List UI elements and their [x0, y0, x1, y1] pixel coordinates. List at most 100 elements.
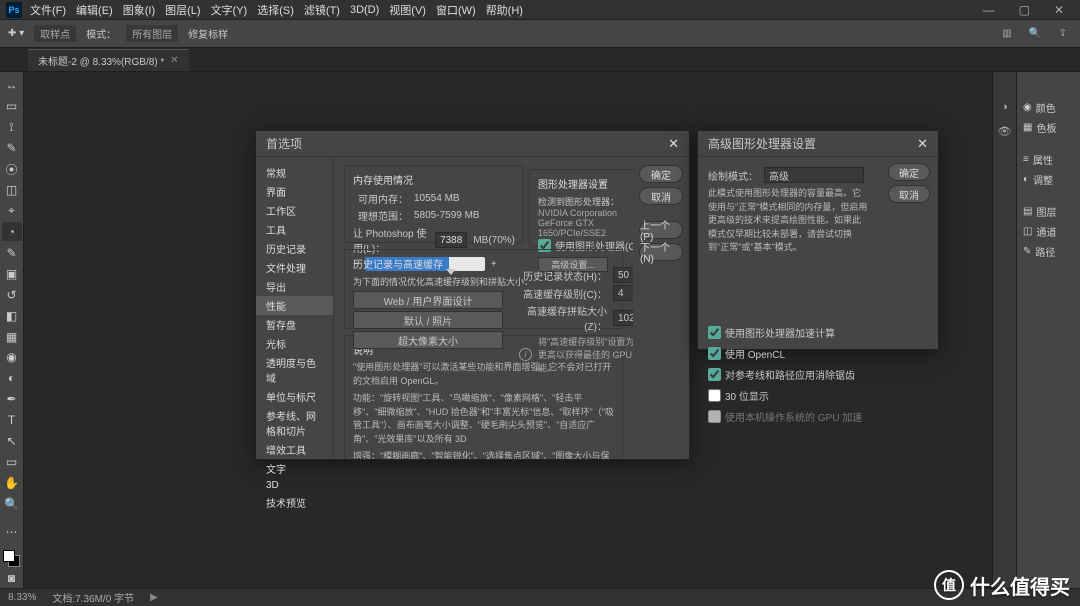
side-workspace[interactable]: 工作区	[256, 201, 333, 220]
tool-preset[interactable]: ✚ ▾	[8, 28, 24, 39]
panel-adjustments[interactable]: ◐调整	[1017, 170, 1080, 188]
gradient-tool[interactable]: ▦	[2, 327, 22, 346]
tile-size-input[interactable]: 1024K	[613, 310, 633, 326]
lasso-tool[interactable]: ⟟	[2, 118, 22, 137]
eyedropper-tool[interactable]: ⌖	[2, 202, 22, 221]
side-cursors[interactable]: 光标	[256, 334, 333, 353]
dialog-titlebar[interactable]: 首选项 ✕	[256, 131, 689, 157]
panel-swatches[interactable]: ▦色板	[1017, 118, 1080, 136]
menu-3d[interactable]: 3D(D)	[350, 4, 379, 16]
side-plugins[interactable]: 增效工具	[256, 440, 333, 459]
brush-tool[interactable]: ✎	[2, 243, 22, 262]
frame-tool[interactable]: ◫	[2, 181, 22, 200]
panel-channels[interactable]: ◫通道	[1017, 222, 1080, 240]
panel-color[interactable]: ◉颜色	[1017, 98, 1080, 116]
maximize-icon[interactable]: ▢	[1019, 3, 1030, 17]
minimize-icon[interactable]: —	[983, 3, 995, 17]
eraser-tool[interactable]: ◧	[2, 306, 22, 325]
move-tool[interactable]: ↔	[2, 76, 22, 95]
cache-levels-input[interactable]: 4	[613, 285, 633, 301]
adv-dialog-close-icon[interactable]: ✕	[917, 136, 928, 152]
cancel-button[interactable]: 取消	[639, 187, 683, 205]
adv-check-30bit[interactable]: 30 位显示	[708, 388, 928, 403]
adv-ok-button[interactable]: 确定	[888, 163, 930, 181]
doc-tab-close-icon[interactable]: ✕	[170, 55, 178, 66]
menu-edit[interactable]: 编辑(E)	[76, 2, 113, 18]
status-arrow-icon[interactable]: ▶	[150, 592, 158, 603]
stamp-tool[interactable]: ▣	[2, 264, 22, 283]
marquee-tool[interactable]: ▭	[2, 97, 22, 116]
menu-window[interactable]: 窗口(W)	[436, 2, 476, 18]
path-tool[interactable]: ↖	[2, 432, 22, 451]
panel-layers[interactable]: ▤图层	[1017, 202, 1080, 220]
side-transparency[interactable]: 透明度与色域	[256, 353, 333, 387]
advanced-gpu-dialog: 高级图形处理器设置 ✕ 绘制模式： 高级 此模式使用图形处理器的容量最高。它使用…	[697, 130, 939, 350]
panel-paths[interactable]: ✎路径	[1017, 242, 1080, 260]
opacity-label[interactable]: 修复标样	[188, 26, 228, 41]
next-button[interactable]: 下一个(N)	[639, 243, 683, 261]
hist-btn-huge[interactable]: 超大像素大小	[353, 331, 503, 349]
color-panel-icon[interactable]: ◑	[996, 98, 1014, 116]
side-units[interactable]: 单位与标尺	[256, 387, 333, 406]
quickmask-tool[interactable]: ◙	[2, 569, 22, 588]
menu-help[interactable]: 帮助(H)	[486, 2, 523, 18]
shape-tool[interactable]: ▭	[2, 453, 22, 472]
side-filehandling[interactable]: 文件处理	[256, 258, 333, 277]
opt-sample-point[interactable]: 取样点	[34, 25, 76, 42]
side-history[interactable]: 历史记录	[256, 239, 333, 258]
adv-check-gpucompute[interactable]: 使用图形处理器加速计算	[708, 325, 928, 340]
side-tools[interactable]: 工具	[256, 220, 333, 239]
more-tools[interactable]: ⋯	[2, 523, 22, 542]
adv-check-antialias[interactable]: 对参考线和路径应用消除锯齿	[708, 367, 928, 382]
healing-tool[interactable]: ◔	[2, 222, 22, 241]
hist-states-input[interactable]: 50	[613, 267, 633, 283]
mode-select[interactable]: 所有图层	[126, 25, 178, 42]
panel-properties[interactable]: ≡属性	[1017, 150, 1080, 168]
dodge-tool[interactable]: ◐	[2, 369, 22, 388]
workspace-switch-icon[interactable]: ▥	[998, 25, 1016, 43]
menu-select[interactable]: 选择(S)	[257, 2, 294, 18]
zoom-value[interactable]: 8.33%	[8, 592, 36, 603]
mem-use-input[interactable]: 7388	[435, 232, 467, 248]
menu-type[interactable]: 文字(Y)	[211, 2, 248, 18]
zoom-tool[interactable]: 🔍	[2, 494, 22, 513]
menu-view[interactable]: 视图(V)	[389, 2, 426, 18]
adv-check-opencl[interactable]: 使用 OpenCL	[708, 346, 928, 361]
hist-btn-default[interactable]: 默认 / 照片	[353, 311, 503, 329]
prev-button[interactable]: 上一个(P)	[639, 221, 683, 239]
eye-panel-icon[interactable]: 👁	[996, 122, 1014, 140]
ok-button[interactable]: 确定	[639, 165, 683, 183]
dialog-close-icon[interactable]: ✕	[668, 136, 679, 152]
menu-filter[interactable]: 滤镜(T)	[304, 2, 340, 18]
pen-tool[interactable]: ✒	[2, 390, 22, 409]
crop-tool[interactable]: ⦿	[2, 160, 22, 179]
history-brush-tool[interactable]: ↺	[2, 285, 22, 304]
quickselect-tool[interactable]: ✎	[2, 139, 22, 158]
type-tool[interactable]: T	[2, 411, 22, 430]
share-icon[interactable]: ⇪	[1054, 25, 1072, 43]
color-swatch[interactable]	[3, 550, 21, 567]
side-general[interactable]: 常规	[256, 163, 333, 182]
adv-dialog-titlebar[interactable]: 高级图形处理器设置 ✕	[698, 131, 938, 157]
doc-info[interactable]: 文档:7.36M/0 字节	[52, 590, 134, 605]
hist-inputs: 历史记录状态(H)：50 高速缓存级别(C)：4 高速缓存拼贴大小(Z)：102…	[519, 265, 633, 376]
blur-tool[interactable]: ◉	[2, 348, 22, 367]
side-performance[interactable]: 性能	[256, 296, 333, 315]
menu-file[interactable]: 文件(F)	[30, 2, 66, 18]
side-3d[interactable]: 3D	[256, 478, 333, 493]
close-icon[interactable]: ✕	[1054, 3, 1064, 17]
side-guides[interactable]: 参考线、网格和切片	[256, 406, 333, 440]
side-type[interactable]: 文字	[256, 459, 333, 478]
doc-tab[interactable]: 未标题-2 @ 8.33%(RGB/8) * ✕	[28, 49, 189, 71]
side-techpreview[interactable]: 技术预览	[256, 493, 333, 512]
side-interface[interactable]: 界面	[256, 182, 333, 201]
adv-cancel-button[interactable]: 取消	[888, 185, 930, 203]
menu-image[interactable]: 图象(I)	[123, 2, 155, 18]
side-scratch[interactable]: 暂存盘	[256, 315, 333, 334]
menu-layer[interactable]: 图层(L)	[165, 2, 200, 18]
search-icon[interactable]: 🔍	[1026, 25, 1044, 43]
side-export[interactable]: 导出	[256, 277, 333, 296]
adv-mode-select[interactable]: 高级	[764, 167, 864, 183]
hist-btn-web[interactable]: Web / 用户界面设计	[353, 291, 503, 309]
hand-tool[interactable]: ✋	[2, 474, 22, 493]
